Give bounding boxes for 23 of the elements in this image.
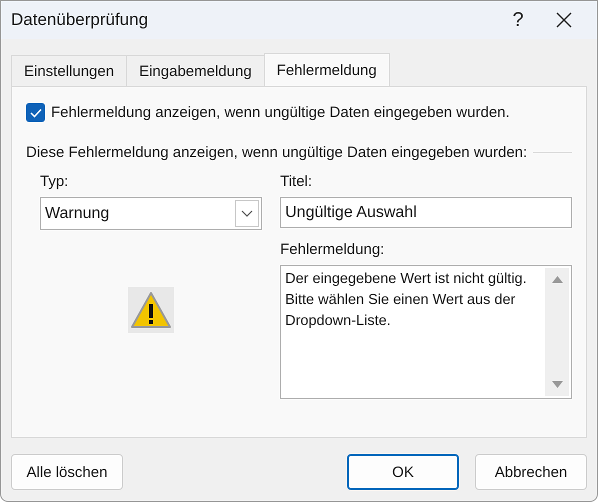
checkbox-label: Fehlermeldung anzeigen, wenn ungültige Daten eingegeben wurden. [51,104,510,121]
dialog-button[interactable]: Alle löschen [11,454,123,490]
title-label: Titel: [280,173,314,190]
tab[interactable]: Fehlermeldung [264,53,390,86]
message-field[interactable]: Der eingegebene Wert ist nicht gültig. Bitte wählen Sie einen Wert aus der Dropdown-Liste. [280,265,572,399]
type-dropdown[interactable]: Warnung [40,197,262,230]
warning-icon [128,286,174,332]
chevron-down-icon [241,210,254,217]
scroll-up-icon[interactable] [552,276,562,283]
tab[interactable]: Einstellungen [11,55,128,86]
window-title: Datenüberprüfung [11,10,150,30]
message-label: Fehlermeldung: [280,241,386,258]
help-button[interactable]: ? [495,1,541,39]
scrollbar[interactable] [545,268,569,396]
scroll-down-icon[interactable] [552,381,562,388]
title-field[interactable]: Ungültige Auswahl [280,197,572,228]
close-icon [555,11,573,29]
dialog-button[interactable]: OK [347,454,459,490]
checkbox[interactable] [26,103,45,122]
group-label: Diese Fehlermeldung anzeigen, wenn ungültige Daten eingegeben wurden: [26,144,528,161]
checkmark-icon [30,108,42,118]
type-label: Typ: [40,173,70,190]
dialog-button[interactable]: Abbrechen [475,454,587,490]
